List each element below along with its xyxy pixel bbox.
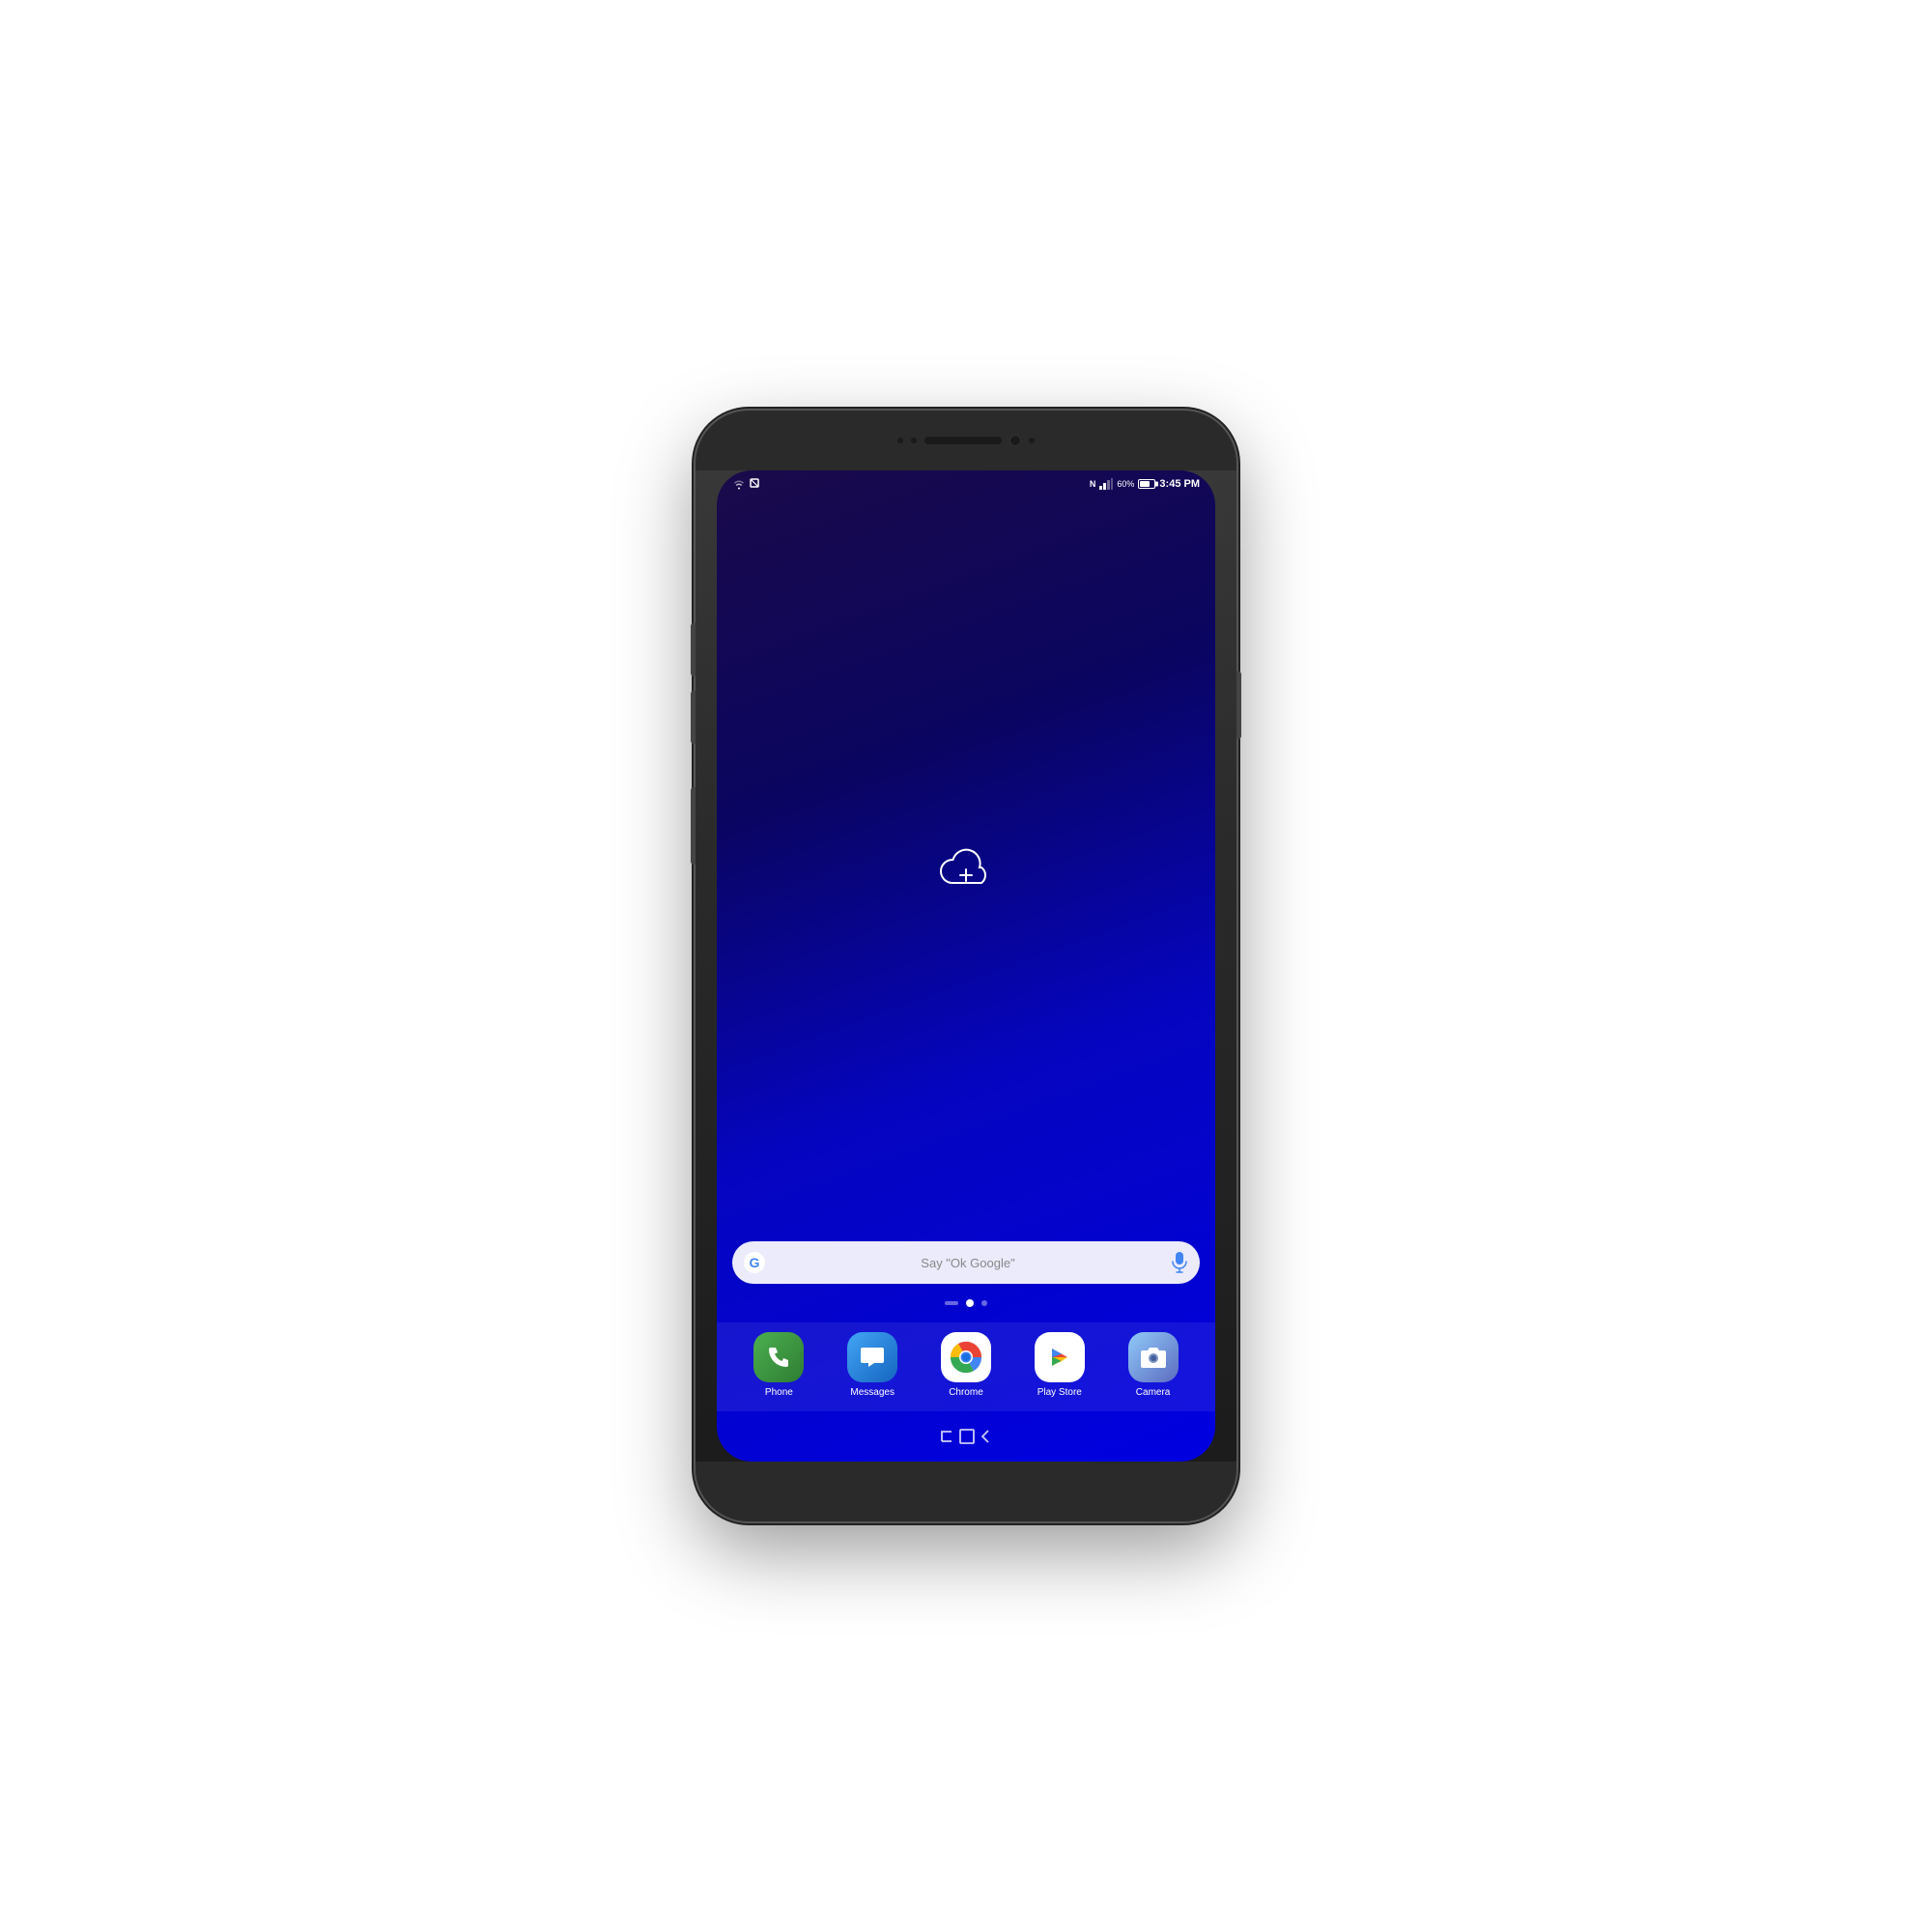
search-bar-area: G Say "Ok Google" <box>717 1241 1215 1284</box>
front-camera <box>1009 435 1021 446</box>
bixby-button[interactable] <box>691 787 696 865</box>
app-camera[interactable]: Camera <box>1128 1332 1179 1398</box>
messages-app-label: Messages <box>850 1387 895 1398</box>
chrome-app-icon <box>941 1332 991 1382</box>
recent-apps-button[interactable] <box>938 1428 957 1445</box>
app-phone[interactable]: Phone <box>753 1332 804 1398</box>
status-left <box>732 478 759 490</box>
chrome-app-label: Chrome <box>949 1387 983 1398</box>
volume-down-button[interactable] <box>691 691 696 744</box>
battery-icon <box>1138 479 1155 489</box>
sensor-dot3 <box>1029 438 1035 443</box>
bottom-bezel <box>696 1462 1236 1521</box>
mic-icon[interactable] <box>1171 1252 1188 1273</box>
wallpaper-area: G Say "Ok Google" <box>717 497 1215 1462</box>
search-placeholder: Say "Ok Google" <box>773 1256 1163 1270</box>
navigation-bar <box>909 1411 1023 1462</box>
app-dock: Phone Messages <box>717 1322 1215 1411</box>
power-button[interactable] <box>1236 671 1241 739</box>
phone-app-icon <box>753 1332 804 1382</box>
google-search-bar[interactable]: G Say "Ok Google" <box>732 1241 1200 1284</box>
svg-text:G: G <box>750 1255 760 1270</box>
phone-screen[interactable]: N 60% 3:45 PM <box>717 470 1215 1462</box>
status-time: 3:45 PM <box>1159 478 1200 490</box>
phone-device: N 60% 3:45 PM <box>696 411 1236 1521</box>
signal-icon <box>1099 478 1113 490</box>
messages-app-icon <box>847 1332 897 1382</box>
battery-percent: 60% <box>1117 479 1134 489</box>
status-right: N 60% 3:45 PM <box>1090 478 1200 490</box>
app-play-store[interactable]: Play Store <box>1035 1332 1085 1398</box>
page-indicator-1 <box>966 1299 974 1307</box>
phone-app-label: Phone <box>765 1387 793 1398</box>
google-logo: G <box>744 1252 765 1273</box>
sensor-dot <box>897 438 903 443</box>
front-camera-area <box>897 435 1035 446</box>
notification-icon <box>750 478 759 490</box>
camera-app-label: Camera <box>1136 1387 1171 1398</box>
status-bar: N 60% 3:45 PM <box>717 470 1215 497</box>
app-chrome[interactable]: Chrome <box>941 1332 991 1398</box>
wifi-icon <box>732 478 746 490</box>
back-button[interactable] <box>977 1428 994 1445</box>
top-bezel <box>696 411 1236 470</box>
camera-app-icon <box>1128 1332 1179 1382</box>
play-store-app-icon <box>1035 1332 1085 1382</box>
play-store-app-label: Play Store <box>1037 1387 1082 1398</box>
page-indicator-0 <box>945 1301 958 1305</box>
volume-up-button[interactable] <box>691 623 696 676</box>
cloud-plus-area <box>939 497 993 1241</box>
cloud-plus-icon <box>939 848 993 891</box>
sensor-dot2 <box>911 438 917 443</box>
app-messages[interactable]: Messages <box>847 1332 897 1398</box>
nfc-icon: N <box>1090 479 1096 489</box>
page-indicator-2 <box>981 1300 987 1306</box>
home-button[interactable] <box>957 1427 977 1446</box>
page-indicators <box>945 1299 987 1307</box>
earpiece <box>924 437 1002 444</box>
